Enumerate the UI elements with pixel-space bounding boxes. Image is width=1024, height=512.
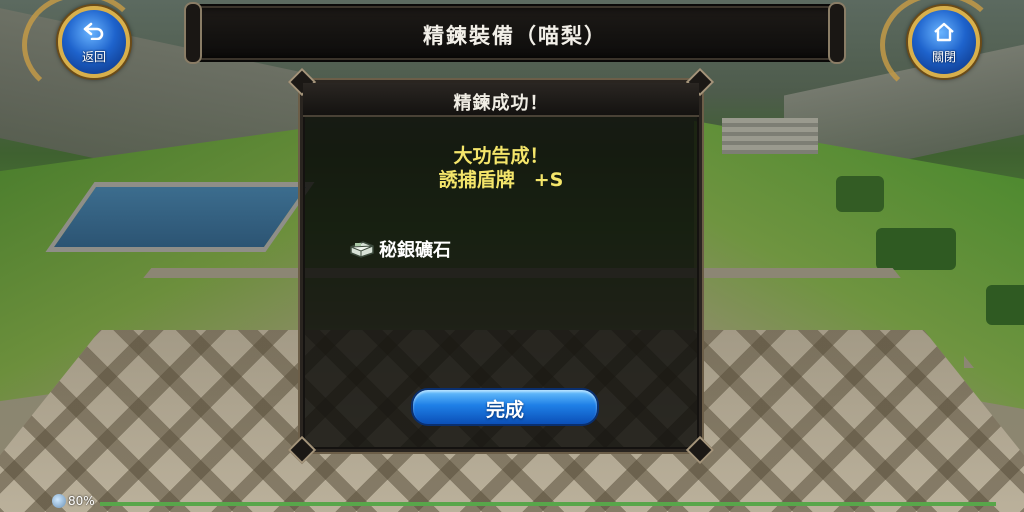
confirm-button[interactable]: 完成 bbox=[411, 388, 599, 426]
page-title: 精鍊裝備（喵梨） bbox=[423, 24, 607, 48]
dialog-header: 精鍊成功！ bbox=[303, 83, 699, 117]
home-icon bbox=[912, 22, 976, 45]
hedge bbox=[986, 285, 1024, 325]
item-result-message: 誘捕盾牌 +S bbox=[438, 169, 564, 191]
back-button[interactable]: 返回 bbox=[58, 6, 130, 78]
consumed-item: 秘銀礦石 bbox=[349, 236, 451, 262]
close-button-label: 關閉 bbox=[931, 50, 956, 64]
back-button-label: 返回 bbox=[81, 50, 106, 64]
title-bar: 精鍊裝備（喵梨） bbox=[184, 2, 846, 64]
close-button[interactable]: 關閉 bbox=[908, 6, 980, 78]
ore-icon bbox=[349, 240, 375, 258]
progress-fill bbox=[100, 502, 996, 506]
refine-result-dialog: 精鍊成功！ 大功告成！ 誘捕盾牌 +S 秘銀礦石 完成 bbox=[287, 67, 715, 465]
hedge bbox=[876, 228, 956, 270]
success-message: 大功告成！ bbox=[453, 145, 549, 167]
progress-bar bbox=[100, 502, 996, 506]
battery-icon bbox=[52, 494, 66, 508]
battery-status: 80% bbox=[52, 494, 95, 508]
battery-percent: 80% bbox=[68, 494, 95, 508]
stone-stairs bbox=[722, 118, 818, 154]
confirm-button-label: 完成 bbox=[485, 399, 524, 421]
dialog-title: 精鍊成功！ bbox=[453, 93, 549, 114]
back-arrow-icon bbox=[62, 22, 126, 43]
item-name: 秘銀礦石 bbox=[379, 240, 451, 261]
hedge bbox=[836, 176, 884, 212]
